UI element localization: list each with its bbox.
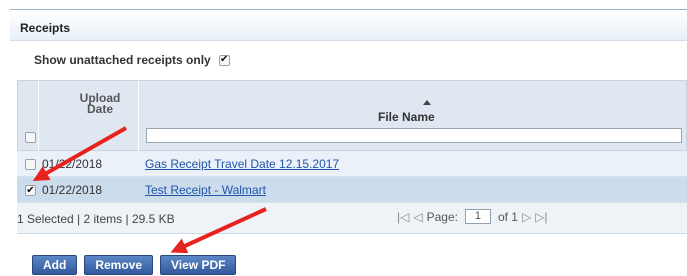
annotation-arrow: [32, 126, 127, 181]
annotation-arrows: [32, 126, 267, 254]
annotation-arrow: [170, 207, 267, 254]
